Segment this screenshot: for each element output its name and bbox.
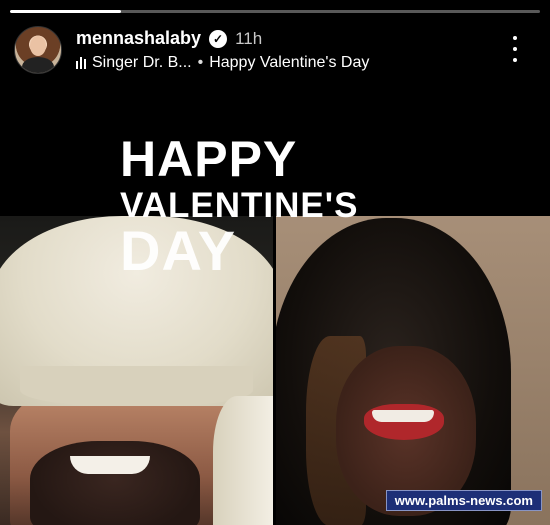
separator: • — [197, 54, 204, 71]
sticker-caption: Happy Valentine's Day — [209, 54, 370, 71]
music-row[interactable]: Singer Dr. B... • Happy Valentine's Day — [76, 54, 369, 72]
avatar[interactable] — [14, 26, 62, 74]
valentines-text-sticker: HAPPY VALENTINE'S DAY — [120, 134, 358, 279]
watermark: www.palms-news.com — [385, 490, 542, 511]
verified-badge-icon: ✓ — [209, 29, 228, 48]
username[interactable]: mennashalaby — [76, 28, 201, 49]
music-track[interactable]: Singer Dr. B... — [92, 54, 192, 72]
story-progress-fill — [10, 10, 122, 13]
user-row: mennashalaby ✓ 11h — [76, 28, 262, 49]
sticker-line-2: VALENTINE'S — [120, 186, 359, 225]
sticker-line-1: HAPPY — [120, 131, 298, 187]
more-vertical-icon[interactable] — [510, 36, 520, 62]
sticker-line-3: DAY — [120, 219, 237, 282]
post-time: 11h — [235, 28, 263, 48]
music-bars-icon — [76, 57, 86, 69]
story-header: mennashalaby ✓ 11h Singer Dr. B... • Hap… — [14, 24, 536, 76]
story-progress-bar — [10, 10, 540, 13]
